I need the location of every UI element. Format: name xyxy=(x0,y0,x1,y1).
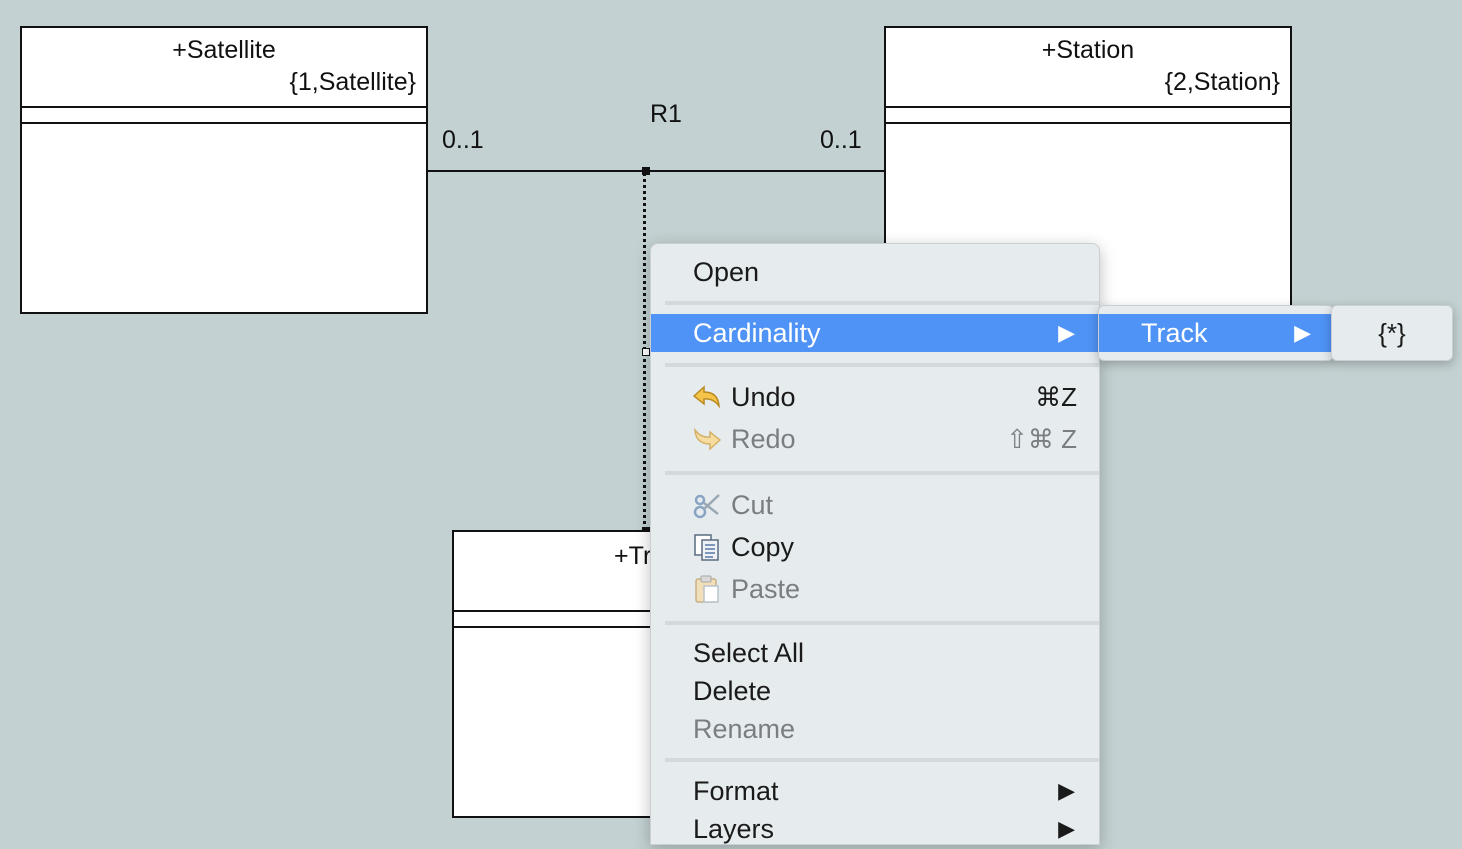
menu-item-cut[interactable]: Cut xyxy=(651,485,1099,525)
menu-item-layers[interactable]: Layers ▶ xyxy=(651,809,1099,849)
menu-item-undo[interactable]: Undo ⌘Z xyxy=(651,377,1099,417)
shortcut: ⌘Z xyxy=(1035,381,1077,412)
menu-item-label: Delete xyxy=(693,675,772,706)
menu-item-format[interactable]: Format ▶ xyxy=(651,771,1099,811)
menu-item-paste[interactable]: Paste xyxy=(651,569,1099,609)
undo-icon xyxy=(691,381,723,413)
context-menu: Open Cardinality ▶ Undo ⌘Z Redo ⇧⌘ Z Cut… xyxy=(650,243,1100,845)
submenu-arrow-icon: ▶ xyxy=(1294,320,1311,345)
menu-separator xyxy=(665,363,1099,367)
class-divider xyxy=(22,106,426,108)
menu-item-label: Layers xyxy=(693,813,775,844)
line-handle-top[interactable] xyxy=(642,167,650,175)
menu-item-label: Cut xyxy=(731,489,774,520)
submenu-arrow-icon: ▶ xyxy=(1058,778,1075,803)
association-line-left[interactable] xyxy=(428,170,646,172)
association-label[interactable]: R1 xyxy=(650,100,682,129)
paste-icon xyxy=(691,573,723,605)
menu-item-delete[interactable]: Delete xyxy=(651,671,1099,711)
menu-item-label: Copy xyxy=(731,531,795,562)
menu-item-label: Rename xyxy=(693,713,796,744)
shortcut: ⇧⌘ Z xyxy=(1006,423,1077,454)
right-multiplicity[interactable]: 0..1 xyxy=(820,126,862,155)
submenu-item-track[interactable]: Track ▶ xyxy=(1099,314,1333,352)
menu-separator xyxy=(665,301,1099,305)
class-name: +Station xyxy=(1041,36,1135,64)
scissors-icon xyxy=(691,489,723,521)
menu-item-label: {*} xyxy=(1378,317,1406,348)
submenu-item-many[interactable]: {*} xyxy=(1332,314,1452,352)
track-submenu: {*} xyxy=(1331,305,1453,361)
copy-icon xyxy=(691,531,723,563)
menu-item-label: Select All xyxy=(693,637,805,668)
class-divider xyxy=(886,122,1290,124)
submenu-arrow-icon: ▶ xyxy=(1058,320,1075,345)
class-divider xyxy=(886,106,1290,108)
menu-item-label: Paste xyxy=(731,573,801,604)
menu-item-copy[interactable]: Copy xyxy=(651,527,1099,567)
class-key: {1,Satellite} xyxy=(289,68,417,96)
line-handle-mid[interactable] xyxy=(642,348,650,356)
menu-item-open[interactable]: Open xyxy=(651,252,1099,292)
left-multiplicity[interactable]: 0..1 xyxy=(442,126,484,155)
cardinality-submenu: Track ▶ xyxy=(1098,305,1334,361)
menu-item-label: Redo xyxy=(731,423,796,454)
menu-separator xyxy=(665,758,1099,762)
class-divider xyxy=(22,122,426,124)
menu-item-label: Track xyxy=(1141,317,1208,348)
menu-item-label: Format xyxy=(693,775,779,806)
menu-item-label: Undo xyxy=(731,381,796,412)
association-line-right[interactable] xyxy=(646,170,886,172)
menu-item-cardinality[interactable]: Cardinality ▶ xyxy=(651,314,1099,352)
menu-separator xyxy=(665,471,1099,475)
class-name: +Satellite xyxy=(172,36,276,64)
redo-icon xyxy=(691,423,723,455)
submenu-arrow-icon: ▶ xyxy=(1058,816,1075,841)
menu-item-rename[interactable]: Rename xyxy=(651,709,1099,749)
menu-item-label: Open xyxy=(693,256,760,287)
class-key: {2,Station} xyxy=(1164,68,1280,96)
menu-item-label: Cardinality xyxy=(693,317,821,348)
menu-item-redo[interactable]: Redo ⇧⌘ Z xyxy=(651,419,1099,459)
class-satellite[interactable]: +Satellite {1,Satellite} xyxy=(20,26,428,314)
menu-separator xyxy=(665,621,1099,625)
menu-item-select-all[interactable]: Select All xyxy=(651,633,1099,673)
